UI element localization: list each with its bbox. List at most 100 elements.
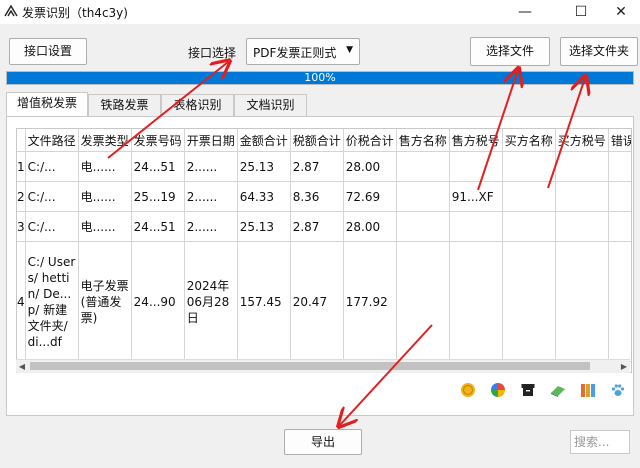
table-cell[interactable] [449,151,503,182]
table-cell[interactable] [396,151,450,182]
table-cell[interactable]: 72.69 [343,181,397,212]
column-header[interactable]: 售方税号 [449,129,503,152]
window-title: 发票识别（th4c3y) [22,6,128,20]
column-header[interactable]: 价税合计 [343,129,397,152]
table-cell[interactable] [502,241,556,362]
coin-icon[interactable] [460,382,476,398]
select-folder-button[interactable]: 选择文件夹 [560,37,638,66]
table-cell[interactable]: 24...90 [131,241,185,362]
table-cell[interactable]: 20.47 [290,241,344,362]
table-cell[interactable]: 24...51 [131,151,185,182]
table-cell[interactable]: C:/ Users/ hettin/ De...p/ 新建文件夹/ di...d… [25,241,79,362]
table-cell[interactable]: 28.00 [343,151,397,182]
row-number: 2 [17,181,26,212]
chevron-down-icon: ▼ [346,45,353,55]
close-button[interactable]: ✕ [598,0,640,24]
table-cell[interactable]: 157.45 [237,241,291,362]
table-cell[interactable] [396,211,450,242]
app-logo-icon [4,4,18,17]
interface-select-dropdown[interactable]: PDF发票正则式 ▼ [246,38,360,65]
book-icon[interactable] [550,382,566,398]
scroll-right-icon[interactable]: ▶ [618,360,630,373]
table-cell[interactable]: 25.13 [237,211,291,242]
table-cell[interactable]: 2024年06月28日 [184,241,238,362]
row-number: 1 [17,151,26,182]
table-cell[interactable]: 8.36 [290,181,344,212]
folders-icon[interactable] [580,382,596,398]
table-cell[interactable] [555,241,609,362]
table-cell[interactable]: 91...XF [449,181,503,212]
archive-box-icon[interactable] [520,382,536,398]
table-cell[interactable]: 2.87 [290,211,344,242]
table-cell[interactable]: 64.33 [237,181,291,212]
horizontal-scrollbar[interactable]: ◀ ▶ [16,359,630,373]
table-cell[interactable] [502,181,556,212]
table-cell[interactable]: 177.92 [343,241,397,362]
select-file-button[interactable]: 选择文件 [470,37,550,66]
table-cell[interactable]: 25.13 [237,151,291,182]
column-header[interactable]: 买方名称 [502,129,556,152]
table-cell[interactable] [608,181,631,212]
table-cell[interactable]: C:/... [25,151,79,182]
tab-vat-invoice[interactable]: 增值税发票 [6,92,88,117]
table-cell[interactable]: 电...... [78,151,132,182]
column-header[interactable]: 金额合计 [237,129,291,152]
table-cell[interactable] [608,151,631,182]
table-cell[interactable]: 28.00 [343,211,397,242]
progress-bar: 100% [6,71,634,85]
interface-select-label: 接口选择 [188,46,237,60]
table-cell[interactable] [608,211,631,242]
scroll-left-icon[interactable]: ◀ [16,360,28,373]
table-cell[interactable] [555,151,609,182]
table-cell[interactable]: 电...... [78,211,132,242]
paw-icon[interactable] [610,382,626,398]
table-row[interactable]: 3 C:/... 电...... 24...51 2...... 25.13 2… [17,211,631,242]
progress-text: 100% [304,71,336,84]
table-cell[interactable] [608,241,631,362]
table-cell[interactable] [396,181,450,212]
table-cell[interactable]: 2...... [184,211,238,242]
table-cell[interactable] [449,241,503,362]
table-cell[interactable] [396,241,450,362]
tab-railway-invoice[interactable]: 铁路发票 [88,94,161,116]
interface-select-value: PDF发票正则式 [253,46,337,60]
search-input[interactable]: 搜索... [570,430,630,454]
column-header[interactable]: 错误信息 [608,129,631,152]
table-cell[interactable]: 24...51 [131,211,185,242]
column-header[interactable]: 文件路径 [25,129,79,152]
table-cell[interactable] [555,211,609,242]
column-header[interactable]: 发票号码 [131,129,185,152]
table-cell[interactable]: 2...... [184,181,238,212]
table-cell[interactable] [555,181,609,212]
minimize-button[interactable]: — [502,0,548,24]
interface-settings-button[interactable]: 接口设置 [9,38,87,65]
table-cell[interactable]: 电子发票(普通发票) [78,241,132,362]
scrollbar-thumb[interactable] [30,362,590,370]
column-header[interactable]: 买方税号 [555,129,609,152]
table-cell[interactable]: C:/... [25,181,79,212]
column-header[interactable]: 发票类型 [78,129,132,152]
table-cell[interactable] [449,211,503,242]
row-number: 4 [17,241,26,362]
tab-document-recognition[interactable]: 文档识别 [234,94,307,116]
title-bar: 发票识别（th4c3y) — ☐ ✕ [0,0,640,24]
row-number: 3 [17,211,26,242]
table-cell[interactable]: 2.87 [290,151,344,182]
corner-header [17,129,26,152]
invoice-table[interactable]: 文件路径 发票类型 发票号码 开票日期 金额合计 税额合计 价税合计 售方名称 … [16,128,632,373]
table-cell[interactable] [502,211,556,242]
tab-table-recognition[interactable]: 表格识别 [161,94,234,116]
table-cell[interactable]: 25...19 [131,181,185,212]
table-row[interactable]: 1 C:/... 电...... 24...51 2...... 25.13 2… [17,151,631,182]
column-header[interactable]: 开票日期 [184,129,238,152]
column-header[interactable]: 税额合计 [290,129,344,152]
table-row[interactable]: 2 C:/... 电...... 25...19 2...... 64.33 8… [17,181,631,212]
table-cell[interactable] [502,151,556,182]
export-button[interactable]: 导出 [284,429,362,455]
table-cell[interactable]: 2...... [184,151,238,182]
table-row[interactable]: 4 C:/ Users/ hettin/ De...p/ 新建文件夹/ di..… [17,241,631,362]
table-cell[interactable]: 电...... [78,181,132,212]
table-cell[interactable]: C:/... [25,211,79,242]
color-wheel-icon[interactable] [490,382,506,398]
column-header[interactable]: 售方名称 [396,129,450,152]
